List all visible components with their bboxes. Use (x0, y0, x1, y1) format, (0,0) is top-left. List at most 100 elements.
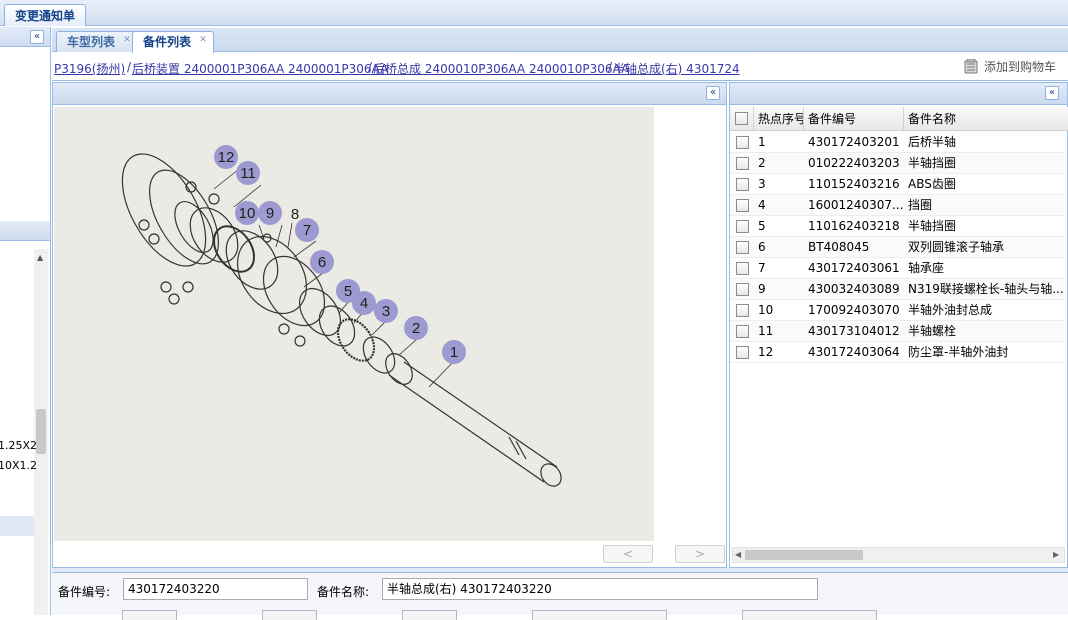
breadcrumb-link-vehicle[interactable]: P3196(扬州) (54, 60, 125, 77)
table-row[interactable]: 1 430172403201 后桥半轴 (730, 132, 1064, 153)
callout-8[interactable]: 8 (291, 206, 299, 223)
callout-11[interactable]: 11 (236, 161, 260, 185)
breadcrumb-separator: / (127, 60, 132, 74)
tab-change-notice[interactable]: 变更通知单 (4, 4, 87, 26)
table-row[interactable]: 6 BT408045 双列圆锥滚子轴承 (730, 237, 1064, 258)
cell-name: 挡圈 (908, 198, 933, 212)
form-button[interactable] (532, 610, 667, 620)
main-tab-bar: 车型列表 ✕ 备件列表 ✕ (52, 28, 1068, 53)
column-header-name[interactable]: 备件名称 (904, 107, 1064, 131)
tab-vehicle-list[interactable]: 车型列表 ✕ (56, 31, 139, 52)
left-scroll-thumb[interactable] (36, 409, 46, 454)
table-row[interactable]: 3 110152403216 ABS齿圈 (730, 174, 1064, 195)
row-checkbox[interactable] (736, 325, 749, 338)
bolt (294, 335, 306, 347)
horizontal-scroll-thumb[interactable] (745, 550, 863, 560)
callout-label: 4 (360, 295, 368, 312)
bolt (278, 323, 290, 335)
cell-name: N319联接螺栓长-轴头与轴... (908, 282, 1064, 296)
close-icon[interactable]: ✕ (122, 36, 132, 46)
cell-name: 后桥半轴 (908, 135, 957, 149)
left-text-fragment: 1.25X2 (0, 439, 38, 452)
cell-seq: 10 (758, 303, 774, 317)
breadcrumb-link-rear-axle-assembly[interactable]: 后桥总成 2400010P306AA 2400010P306AA (373, 60, 629, 77)
row-checkbox[interactable] (736, 157, 749, 170)
table-row[interactable]: 7 430172403061 轴承座 (730, 258, 1064, 279)
cell-code: 110162403218 (808, 219, 900, 233)
row-checkbox[interactable] (736, 304, 749, 317)
scroll-left-icon[interactable]: ◀ (735, 550, 741, 559)
form-button[interactable] (742, 610, 877, 620)
cell-code: 430172403201 (808, 135, 900, 149)
row-checkbox[interactable] (736, 346, 749, 359)
prev-page-button[interactable]: < (603, 545, 653, 563)
cell-name: 半轴螺栓 (908, 324, 957, 338)
cell-seq: 1 (758, 135, 766, 149)
cell-name: 半轴外油封总成 (908, 303, 993, 317)
callout-10[interactable]: 10 (235, 201, 259, 225)
callout-9[interactable]: 9 (258, 201, 282, 225)
callout-2[interactable]: 2 (404, 316, 428, 340)
row-checkbox[interactable] (736, 262, 749, 275)
callout-group: 12 11 10 9 8 7 6 5 4 3 2 1 (214, 145, 466, 364)
tab-parts-list[interactable]: 备件列表 ✕ (132, 31, 215, 53)
tab-label: 备件列表 (143, 35, 192, 49)
callout-7[interactable]: 7 (295, 218, 319, 242)
breadcrumb-link-half-shaft[interactable]: 半轴总成(右) 4301724 (613, 60, 740, 77)
cell-seq: 9 (758, 282, 766, 296)
row-checkbox[interactable] (736, 199, 749, 212)
select-all-checkbox[interactable] (735, 112, 748, 125)
row-checkbox[interactable] (736, 136, 749, 149)
next-page-button[interactable]: > (675, 545, 725, 563)
cell-seq: 2 (758, 156, 766, 170)
callout-4[interactable]: 4 (352, 291, 376, 315)
header-checkbox-cell (730, 107, 754, 131)
breadcrumb-link-rear-axle-device[interactable]: 后桥装置 2400001P306AA 2400001P306AA (132, 60, 388, 77)
shaft-line (403, 361, 558, 468)
close-icon[interactable]: ✕ (198, 36, 208, 46)
callout-12[interactable]: 12 (214, 145, 238, 169)
bolt (208, 193, 220, 205)
form-button[interactable] (262, 610, 317, 620)
collapse-diagram-icon[interactable]: « (706, 86, 720, 100)
add-to-cart-label: 添加到购物车 (984, 60, 1057, 74)
callout-6[interactable]: 6 (310, 250, 334, 274)
collapse-left-icon[interactable]: « (30, 30, 44, 44)
column-header-seq[interactable]: 热点序号 (754, 107, 804, 131)
cell-code: 430172403064 (808, 345, 900, 359)
callout-label: 8 (291, 206, 299, 223)
scroll-right-icon[interactable]: ▶ (1053, 550, 1059, 559)
table-row[interactable]: 5 110162403218 半轴挡圈 (730, 216, 1064, 237)
table-row[interactable]: 11 430173104012 半轴螺栓 (730, 321, 1064, 342)
row-checkbox[interactable] (736, 241, 749, 254)
part-name-field[interactable]: 半轴总成(右) 430172403220 (382, 578, 818, 600)
table-row[interactable]: 9 430032403089 N319联接螺栓长-轴头与轴... (730, 279, 1064, 300)
horizontal-scrollbar[interactable]: ◀ ▶ (732, 547, 1065, 563)
callout-3[interactable]: 3 (374, 299, 398, 323)
table-row[interactable]: 12 430172403064 防尘罩-半轴外油封 (730, 342, 1064, 363)
table-row[interactable]: 4 16001240307... 挡圈 (730, 195, 1064, 216)
parts-grid-panel: « 热点序号 备件编号 备件名称 1 430172403201 后桥半轴 2 01022… (729, 82, 1068, 568)
cell-seq: 11 (758, 324, 774, 338)
left-scrollbar[interactable]: ▲ (34, 249, 48, 615)
left-selected-row[interactable] (0, 516, 34, 536)
shaft-end (540, 463, 562, 487)
form-button[interactable] (122, 610, 177, 620)
table-row[interactable]: 2 010222403203 半轴挡圈 (730, 153, 1064, 174)
half-shaft-drawing: 12 11 10 9 8 7 6 5 4 3 2 1 (121, 145, 562, 487)
collapse-grid-icon[interactable]: « (1045, 86, 1059, 100)
scroll-up-icon[interactable]: ▲ (37, 253, 43, 262)
form-button[interactable] (402, 610, 457, 620)
row-checkbox[interactable] (736, 220, 749, 233)
callout-1[interactable]: 1 (442, 340, 466, 364)
breadcrumb: P3196(扬州) / 后桥装置 2400001P306AA 2400001P3… (52, 53, 1068, 81)
part-no-field[interactable]: 430172403220 (123, 578, 308, 600)
callout-label: 2 (412, 320, 420, 337)
table-row[interactable]: 10 170092403070 半轴外油封总成 (730, 300, 1064, 321)
row-checkbox[interactable] (736, 178, 749, 191)
row-checkbox[interactable] (736, 283, 749, 296)
exploded-parts-diagram[interactable]: 12 11 10 9 8 7 6 5 4 3 2 1 (54, 107, 654, 541)
hub-flange-inner (149, 169, 219, 265)
column-header-code[interactable]: 备件编号 (804, 107, 904, 131)
left-text-fragment: 10X1.2 (0, 459, 38, 472)
